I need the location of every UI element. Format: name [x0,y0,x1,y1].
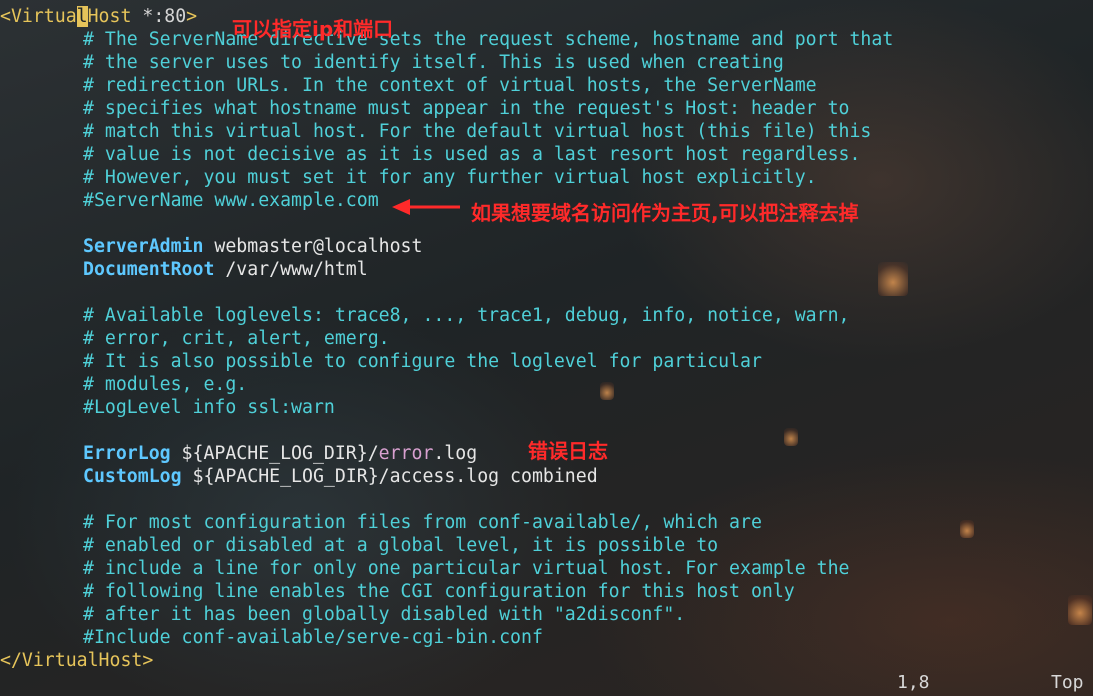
code-line-virtualhost-close[interactable]: </VirtualHost> [0,649,153,672]
code-line[interactable]: #Include conf-available/serve-cgi-bin.co… [0,626,543,649]
code-line[interactable]: # The ServerName directive sets the requ… [0,28,893,51]
directive-keyword: CustomLog [83,466,182,487]
comment-text: # enabled or disabled at a global level,… [83,535,719,556]
code-line-customlog[interactable]: CustomLog ${APACHE_LOG_DIR}/access.log c… [0,465,598,488]
code-line-servername[interactable]: #ServerName www.example.com [0,189,379,212]
tag-close: > [186,6,198,27]
code-line-serveradmin[interactable]: ServerAdmin webmaster@localhost [0,235,422,258]
comment-text: # It is also possible to configure the l… [83,351,762,372]
directive-value: ${APACHE_LOG_DIR}/ [170,443,379,464]
comment-text: # Available loglevels: trace8, ..., trac… [83,305,850,326]
code-line[interactable]: #LogLevel info ssl:warn [0,396,335,419]
code-line[interactable]: # For most configuration files from conf… [0,511,762,534]
code-line[interactable]: # error, crit, alert, emerg. [0,327,390,350]
comment-text: # modules, e.g. [83,374,248,395]
code-line-virtualhost-open[interactable]: <VirtualHost *:80> [0,5,197,28]
comment-text: # The ServerName directive sets the requ… [83,29,894,50]
comment-text: # after it has been globally disabled wi… [83,604,686,625]
comment-text: # match this virtual host. For the defau… [83,121,872,142]
code-line[interactable]: # match this virtual host. For the defau… [0,120,871,143]
tag-open: <Virtua [0,6,77,27]
code-line-documentroot[interactable]: DocumentRoot /var/www/html [0,258,368,281]
comment-text: # include a line for only one particular… [83,558,850,579]
comment-text: # redirection URLs. In the context of vi… [83,75,817,96]
comment-text: # However, you must set it for any furth… [83,167,817,188]
background-lantern [960,520,974,538]
code-line[interactable]: # However, you must set it for any furth… [0,166,817,189]
comment-text: # value is not decisive as it is used as… [83,144,861,165]
background-lantern [600,382,614,400]
code-line[interactable]: # redirection URLs. In the context of vi… [0,74,817,97]
vim-editor[interactable]: <VirtualHost *:80> # The ServerName dire… [0,0,1093,696]
directive-value: ${APACHE_LOG_DIR}/access.log combined [181,466,598,487]
highlighted-word: error [378,443,434,464]
cursor-position: 1,8 [897,672,930,693]
code-line[interactable]: # Available loglevels: trace8, ..., trac… [0,304,850,327]
comment-text: # error, crit, alert, emerg. [83,328,390,349]
comment-text: #ServerName www.example.com [83,190,379,211]
text-cursor: l [76,6,88,27]
comment-text: #Include conf-available/serve-cgi-bin.co… [83,627,543,648]
code-line[interactable]: # after it has been globally disabled wi… [0,603,685,626]
code-line[interactable]: # following line enables the CGI configu… [0,580,795,603]
code-line[interactable]: # modules, e.g. [0,373,247,396]
background-lantern [784,428,798,446]
code-line[interactable]: # enabled or disabled at a global level,… [0,534,718,557]
scroll-position: Top [1051,672,1084,693]
comment-text: # specifies what hostname must appear in… [83,98,850,119]
background-lantern [1068,595,1092,625]
directive-keyword: ServerAdmin [83,236,204,257]
code-line[interactable]: # value is not decisive as it is used as… [0,143,860,166]
tag-attribute: *:80 [131,6,187,27]
code-line[interactable]: # include a line for only one particular… [0,557,850,580]
code-line-errorlog[interactable]: ErrorLog ${APACHE_LOG_DIR}/error.log [0,442,477,465]
directive-value: webmaster@localhost [203,236,423,257]
annotation-arrow-icon [392,199,460,215]
comment-text: #LogLevel info ssl:warn [83,397,335,418]
annotation-servername-hint: 如果想要域名访问作为主页,可以把注释去掉 [471,201,859,225]
code-line[interactable]: # the server uses to identify itself. Th… [0,51,784,74]
comment-text: # the server uses to identify itself. Th… [83,52,784,73]
background-lantern [878,262,908,296]
tag-name-rest: Host [87,6,132,27]
tag-close: </VirtualHost> [0,650,154,671]
annotation-error-log: 错误日志 [528,439,608,463]
code-line[interactable]: # It is also possible to configure the l… [0,350,762,373]
comment-text: # For most configuration files from conf… [83,512,762,533]
directive-value: .log [433,443,478,464]
annotation-ip-port: 可以指定ip和端口 [232,17,394,41]
directive-value: /var/www/html [214,259,368,280]
directive-keyword: ErrorLog [83,443,171,464]
code-line[interactable]: # specifies what hostname must appear in… [0,97,850,120]
directive-keyword: DocumentRoot [83,259,215,280]
comment-text: # following line enables the CGI configu… [83,581,795,602]
